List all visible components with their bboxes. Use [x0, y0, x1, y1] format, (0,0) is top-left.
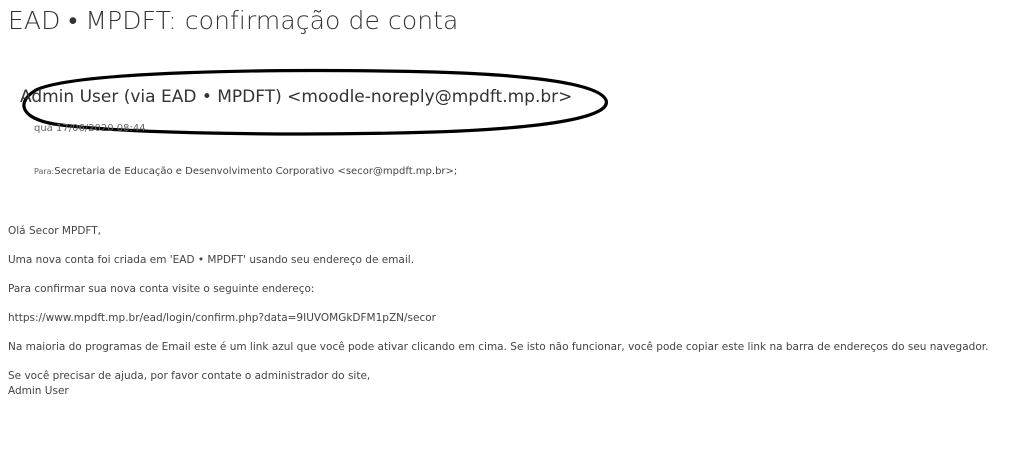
greeting: Olá Secor MPDFT, — [8, 225, 102, 237]
email-subject: EAD • MPDFT: confirmação de conta — [8, 6, 459, 35]
recipient-address[interactable]: Secretaria de Educação e Desenvolvimento… — [54, 166, 457, 177]
confirmation-link[interactable]: https://www.mpdft.mp.br/ead/login/confir… — [8, 311, 1023, 326]
signature: Admin User — [8, 385, 69, 397]
sender-name[interactable]: Admin User (via EAD • MPDFT) <moodle-nor… — [20, 87, 572, 107]
to-label: Para: — [34, 167, 55, 176]
body-line-help: Se você precisar de ajuda, por favor con… — [8, 370, 371, 382]
body-line-confirm: Para confirmar sua nova conta visite o s… — [8, 283, 315, 295]
sender-header: Admin User (via EAD • MPDFT) <moodle-nor… — [14, 66, 614, 146]
sent-date: qua 17/06/2020 08:44 — [34, 123, 146, 134]
body-line-instructions: Na maioria do programas de Email este é … — [8, 341, 989, 353]
recipient-line: Para:Secretaria de Educação e Desenvolvi… — [34, 166, 457, 177]
body-line-account-created: Uma nova conta foi criada em 'EAD • MPDF… — [8, 254, 415, 266]
email-body: Olá Secor MPDFT, Uma nova conta foi cria… — [8, 224, 1023, 399]
